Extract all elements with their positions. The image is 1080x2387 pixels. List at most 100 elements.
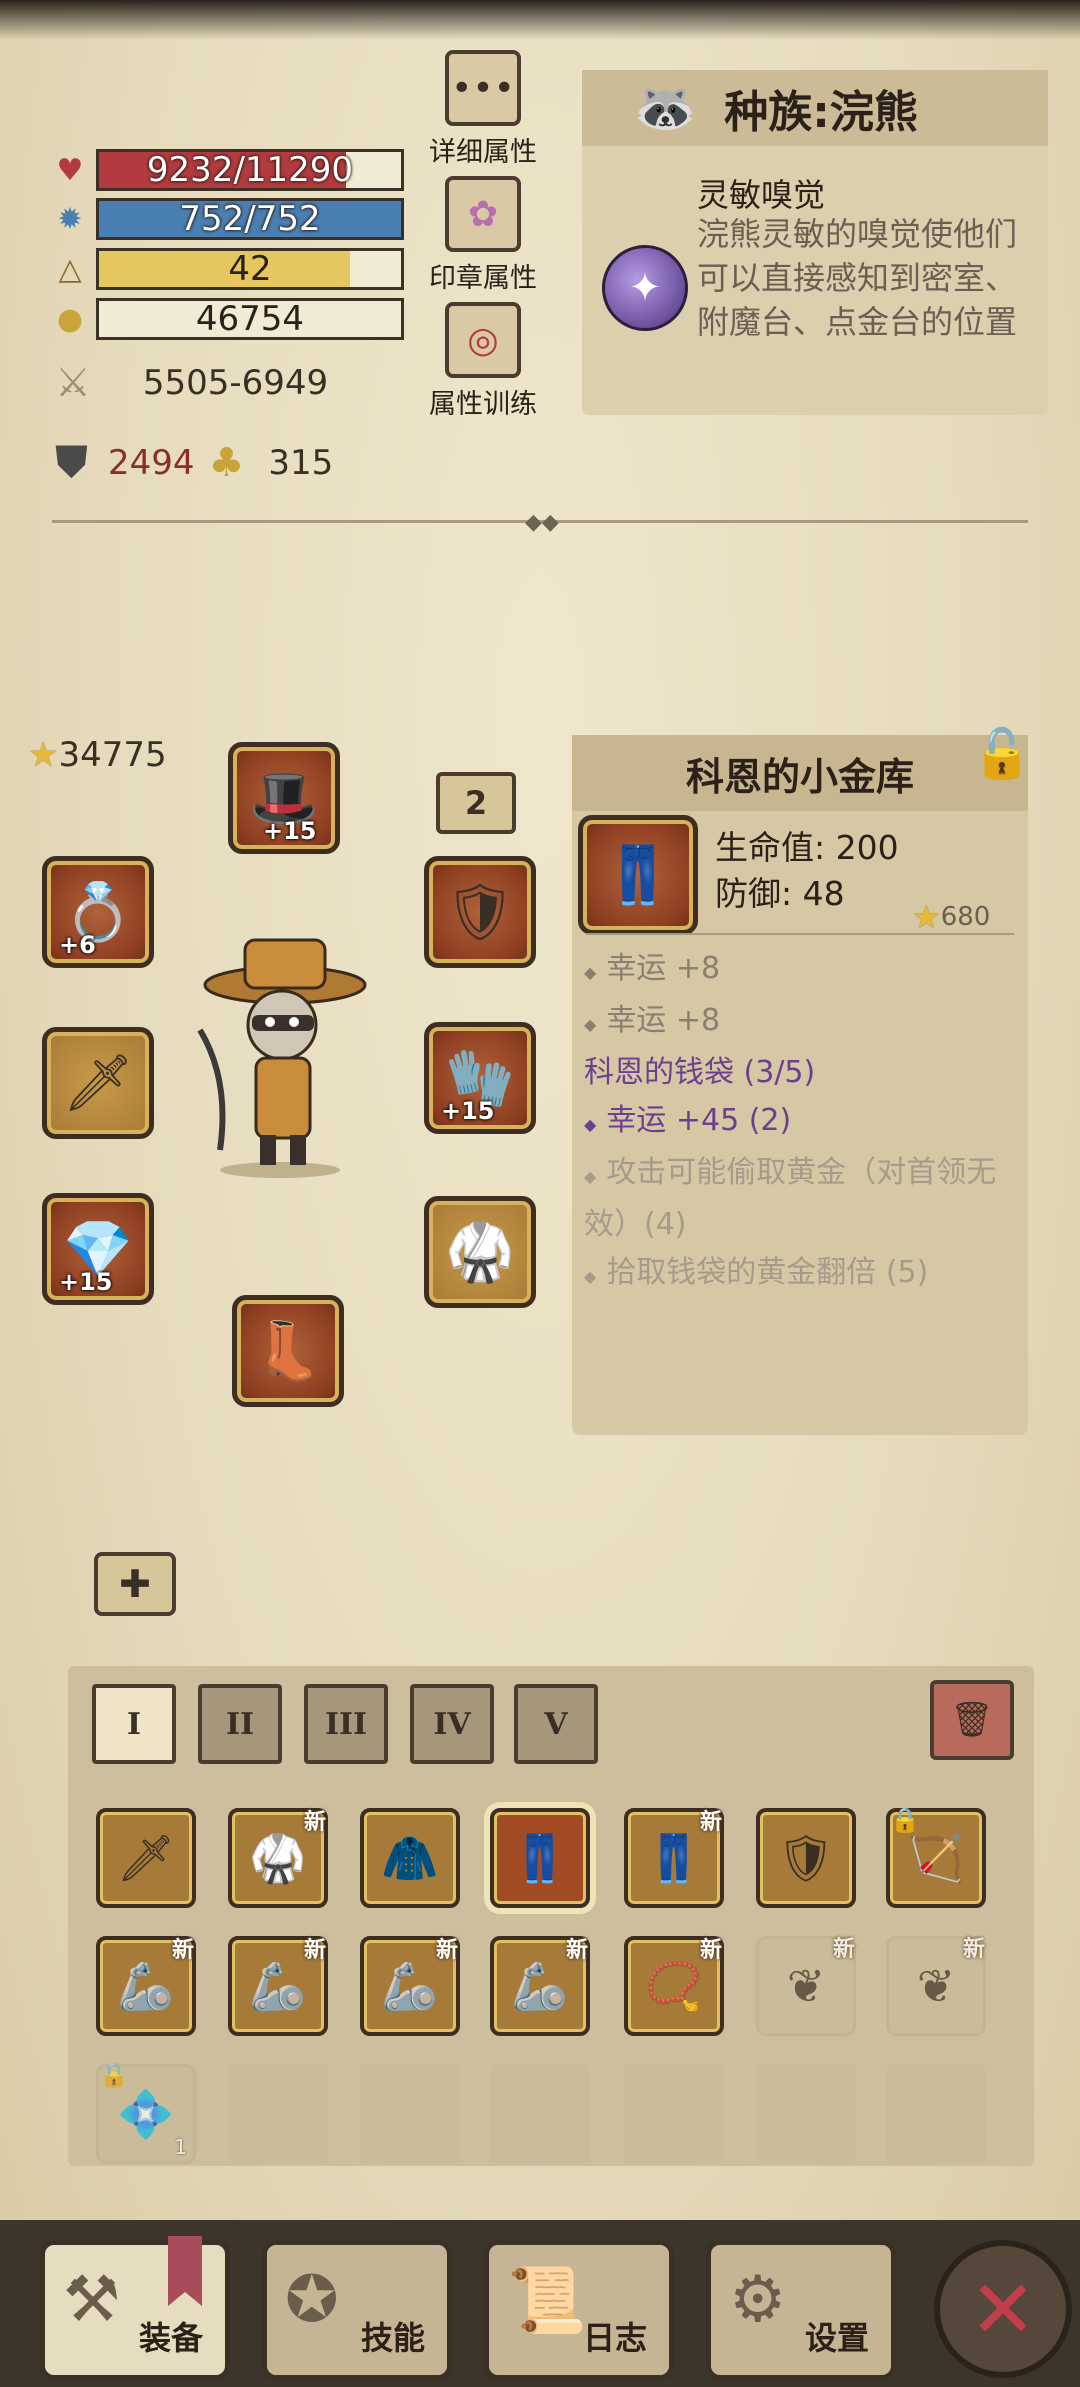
nav-log-label: 日志	[582, 2319, 647, 2357]
tooltip-line: ◆ 攻击可能偷取黄金（对首领无效）(4)	[584, 1149, 1014, 1249]
unlock-icon[interactable]: 🔓	[972, 725, 1032, 782]
hp-row: ♥ 9232/11290	[50, 148, 404, 192]
tab-5[interactable]: V	[514, 1684, 598, 1764]
race-title: 种族:浣熊	[724, 87, 918, 138]
amulet-plus: +15	[59, 1268, 113, 1296]
head-plus: +15	[263, 817, 317, 845]
new-badge: 新	[171, 1938, 194, 1963]
inventory-item-faded[interactable]: 🔒 💠 1	[96, 2061, 196, 2164]
damage-row: ⚔ 5505-6949	[55, 360, 328, 406]
equip-slot-gloves[interactable]: 🧤 +15	[424, 1022, 536, 1134]
details-button[interactable]: ••• 详细属性	[418, 50, 548, 169]
seal-button[interactable]: ✿ 印章属性	[418, 176, 548, 295]
empty-slot[interactable]	[360, 2064, 460, 2164]
skill-icon: ✪	[285, 2263, 339, 2337]
bullet-icon: ◆	[584, 1167, 597, 1186]
equip-slot-chest[interactable]: 🥋	[424, 1196, 536, 1308]
defense-row: ⛊ 2494 ♣ 315	[55, 437, 333, 488]
inventory-item[interactable]: 👖 新	[624, 1808, 724, 1908]
antler-icon: ❦	[916, 1959, 956, 2013]
tooltip-item-icon: 👖	[578, 815, 698, 935]
empty-slot[interactable]	[886, 2064, 986, 2164]
armor-value: 2494	[108, 442, 195, 483]
inventory-item[interactable]: 🔒 🏹	[886, 1806, 986, 1908]
new-badge: 新	[435, 1938, 458, 1963]
gauntlet-icon: 🦾	[511, 1958, 569, 2013]
gear-score-value: 34775	[58, 735, 167, 775]
inventory-item[interactable]: 🛡	[756, 1808, 856, 1908]
axe-icon: ⚒	[63, 2263, 121, 2337]
star-icon: ★	[912, 898, 941, 936]
add-loadout-button[interactable]: ✚	[94, 1552, 176, 1616]
flower-icon: ✿	[445, 176, 521, 252]
seal-label: 印章属性	[429, 263, 537, 294]
gauntlet-icon: 🦾	[381, 1958, 439, 2013]
tooltip-line-text: 幸运 +8	[606, 951, 721, 986]
raccoon-skill-icon[interactable]: ✦	[602, 245, 688, 331]
inventory-item[interactable]: 🦾 新	[490, 1936, 590, 2036]
tooltip-stat-def: 防御: 48	[715, 874, 845, 913]
mana-text: 752/752	[179, 199, 321, 239]
nav-log[interactable]: 📜 日志	[484, 2240, 674, 2380]
dots-icon: •••	[445, 50, 521, 126]
new-badge: 新	[962, 1937, 985, 1962]
inventory-item[interactable]: 🧥	[360, 1808, 460, 1908]
tooltip-header: 科恩的小金库	[572, 735, 1028, 811]
equip-slot-ring[interactable]: 💍 +6	[42, 856, 154, 968]
inventory-item-selected[interactable]: 👖	[490, 1808, 590, 1908]
empty-slot[interactable]	[490, 2064, 590, 2164]
equip-slot-weapon[interactable]: 🗡	[42, 1027, 154, 1139]
nav-settings[interactable]: ⚙ 设置	[706, 2240, 896, 2380]
tooltip-lines: ◆ 幸运 +8 ◆ 幸运 +8 科恩的钱袋 (3/5) ◆ 幸运 +45 (2) ◆ 攻击可能偷…	[584, 945, 1014, 1301]
scythe-icon: 🗡	[116, 1830, 176, 1885]
inventory-item[interactable]: 🗡	[96, 1808, 196, 1908]
scythe-icon: 🗡	[62, 1051, 134, 1116]
target-icon: ◎	[445, 302, 521, 378]
crossed-swords-icon: ⚔	[55, 360, 91, 406]
top-edge	[0, 0, 1080, 40]
equip-slot-head[interactable]: 🎩 +15	[228, 742, 340, 854]
inventory-item-faded[interactable]: ❦ 新	[756, 1936, 856, 2036]
new-badge: 新	[832, 1937, 855, 1962]
tooltip-title: 科恩的小金库	[685, 754, 914, 799]
inventory-item[interactable]: 📿 新	[624, 1936, 724, 2036]
tooltip-line: 科恩的钱袋 (3/5)	[584, 1049, 1014, 1097]
tab-2[interactable]: II	[198, 1684, 282, 1764]
tooltip-line-text: 幸运 +45 (2)	[606, 1103, 792, 1138]
divider-ornament: ◆◆	[525, 510, 559, 535]
tab-1[interactable]: I	[92, 1684, 176, 1764]
empty-slot[interactable]	[228, 2064, 328, 2164]
inventory-item[interactable]: 🦾 新	[360, 1936, 460, 2036]
inventory-item-faded[interactable]: ❦ 新	[886, 1936, 986, 2036]
close-button[interactable]: ✕	[934, 2240, 1072, 2378]
equip-slot-amulet[interactable]: 💎 +15	[42, 1193, 154, 1305]
inventory-item[interactable]: 🦾 新	[228, 1936, 328, 2036]
empty-slot[interactable]	[624, 2064, 724, 2164]
raccoon-icon: 🦝	[634, 78, 697, 137]
race-skill-description: 浣熊灵敏的嗅觉使他们可以直接感知到密室、附魔台、点金台的位置	[697, 215, 1018, 341]
luck-value: 315	[268, 442, 334, 483]
level-text: 42	[228, 249, 272, 289]
hp-text: 9232/11290	[146, 150, 354, 190]
inventory-item[interactable]: 🥋 新	[228, 1808, 328, 1908]
equip-slot-shoulder[interactable]: 🛡	[424, 856, 536, 968]
inventory-item[interactable]: 🦾 新	[96, 1936, 196, 2036]
equip-slot-boots[interactable]: 👢	[232, 1295, 344, 1407]
tooltip-line-text: 攻击可能偷取黄金（对首领无效）(4)	[584, 1155, 997, 1242]
training-button[interactable]: ◎ 属性训练	[418, 302, 548, 421]
tooltip-line-text: 科恩的钱袋 (3/5)	[584, 1055, 816, 1090]
antler-icon: ❦	[786, 1959, 826, 2013]
tab-3[interactable]: III	[304, 1684, 388, 1764]
tab-4[interactable]: IV	[410, 1684, 494, 1764]
trash-button[interactable]: 🗑	[930, 1680, 1014, 1760]
page-badge[interactable]: 2	[436, 772, 516, 834]
gold-row: ● 46754	[50, 297, 404, 341]
race-skill-name: 灵敏嗅觉	[697, 176, 826, 214]
trash-icon: 🗑	[950, 1700, 994, 1740]
star-icon: ★	[28, 735, 59, 775]
new-badge: 新	[303, 1938, 326, 1963]
cloak-icon: 🧥	[381, 1830, 439, 1885]
empty-slot[interactable]	[756, 2064, 856, 2164]
lock-icon: 🔒	[99, 2061, 129, 2089]
nav-skills[interactable]: ✪ 技能	[262, 2240, 452, 2380]
